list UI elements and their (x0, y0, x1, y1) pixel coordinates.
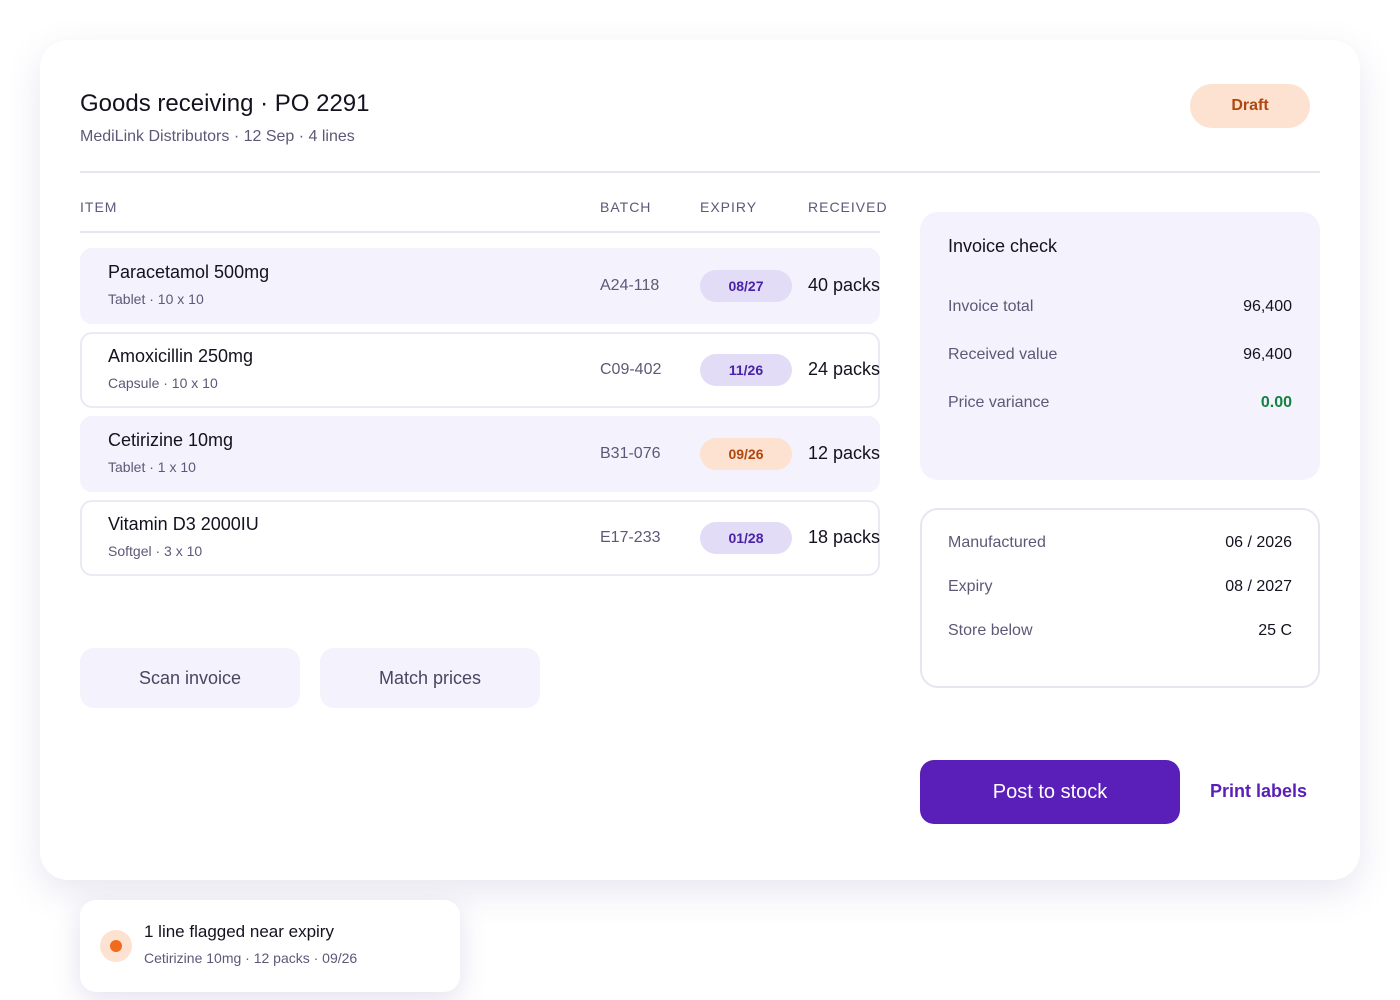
received-value-label: Received value (948, 346, 1058, 363)
page-title: Goods receiving · PO 2291 (80, 90, 370, 117)
invoice-total-value: 96,400 (1243, 298, 1292, 315)
toast-title: 1 line flagged near expiry (144, 922, 334, 941)
received-quantity: 12 packs (807, 443, 880, 463)
expiry-badge: 01/28 (700, 522, 792, 554)
batch-number: A24-118 (600, 277, 660, 294)
scan-invoice-button[interactable]: Scan invoice (80, 648, 300, 708)
expiry-badge-warning: 09/26 (700, 438, 792, 470)
received-quantity: 18 packs (807, 527, 880, 547)
item-description: Capsule · 10 x 10 (108, 375, 218, 391)
goods-receiving-card: Goods receiving · PO 2291 MediLink Distr… (40, 40, 1360, 880)
item-description: Tablet · 1 x 10 (108, 459, 196, 475)
expiry-value: 08 / 2027 (1225, 578, 1292, 595)
table-row[interactable]: Vitamin D3 2000IU Softgel · 3 x 10 E17-2… (80, 500, 880, 576)
page-subtitle: MediLink Distributors · 12 Sep · 4 lines (80, 128, 355, 145)
item-name: Vitamin D3 2000IU (108, 514, 259, 534)
header-divider (80, 171, 1320, 173)
invoice-check-title: Invoice check (948, 236, 1058, 256)
batch-details-panel: Manufactured 06 / 2026 Expiry 08 / 2027 … (920, 508, 1320, 688)
expiry-warning-toast[interactable]: 1 line flagged near expiry Cetirizine 10… (80, 900, 460, 992)
expiry-badge: 08/27 (700, 270, 792, 302)
post-to-stock-button[interactable]: Post to stock (920, 760, 1180, 824)
received-value-value: 96,400 (1243, 346, 1292, 363)
column-header-item: ITEM (80, 199, 118, 215)
table-row[interactable]: Paracetamol 500mg Tablet · 10 x 10 A24-1… (80, 248, 880, 324)
store-below-label: Store below (948, 622, 1033, 639)
store-below-value: 25 C (1258, 622, 1292, 639)
price-variance-value: 0.00 (1260, 394, 1292, 411)
expiry-label: Expiry (948, 578, 993, 595)
received-quantity: 40 packs (807, 275, 880, 295)
price-variance-label: Price variance (948, 394, 1050, 411)
item-name: Paracetamol 500mg (108, 262, 270, 282)
manufactured-value: 06 / 2026 (1225, 534, 1292, 551)
batch-number: B31-076 (600, 445, 661, 462)
item-name: Amoxicillin 250mg (108, 346, 254, 366)
match-prices-button[interactable]: Match prices (320, 648, 540, 708)
column-header-expiry: EXPIRY (700, 199, 758, 215)
manufactured-label: Manufactured (948, 534, 1046, 551)
batch-number: E17-233 (600, 529, 661, 546)
column-header-batch: BATCH (600, 199, 652, 215)
batch-number: C09-402 (600, 361, 662, 378)
item-description: Tablet · 10 x 10 (108, 291, 204, 307)
toast-subtitle: Cetirizine 10mg · 12 packs · 09/26 (144, 950, 358, 966)
item-description: Softgel · 3 x 10 (108, 543, 203, 559)
status-badge: Draft (1190, 84, 1310, 128)
table-header-divider (80, 231, 880, 233)
table-row[interactable]: Amoxicillin 250mg Capsule · 10 x 10 C09-… (80, 332, 880, 408)
warning-dot-icon (100, 930, 132, 962)
expiry-badge: 11/26 (700, 354, 792, 386)
table-row[interactable]: Cetirizine 10mg Tablet · 1 x 10 B31-076 … (80, 416, 880, 492)
item-name: Cetirizine 10mg (108, 430, 234, 450)
print-labels-link[interactable]: Print labels (1210, 781, 1307, 802)
invoice-total-label: Invoice total (948, 298, 1034, 315)
invoice-check-panel: Invoice check Invoice total 96,400 Recei… (920, 212, 1320, 480)
received-quantity: 24 packs (807, 359, 880, 379)
column-header-received: RECEIVED (808, 199, 888, 215)
